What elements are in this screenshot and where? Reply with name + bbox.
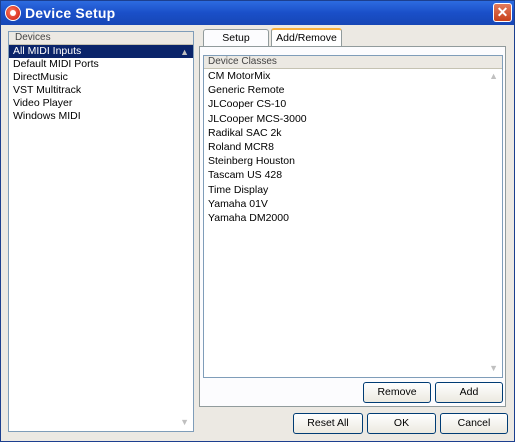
scroll-down-icon[interactable]: ▼ — [489, 363, 498, 373]
device-classes-panel: Device Classes CM MotorMix Generic Remot… — [203, 55, 503, 378]
title-bar[interactable]: Device Setup ✕ — [1, 1, 514, 25]
scroll-down-icon[interactable]: ▼ — [180, 417, 189, 427]
tab-setup[interactable]: Setup — [203, 29, 269, 46]
reset-all-button[interactable]: Reset All — [293, 413, 363, 434]
device-class-item[interactable]: Steinberg Houston — [204, 154, 502, 168]
devices-list: All MIDI Inputs Default MIDI Ports Direc… — [9, 45, 193, 123]
device-item-default-midi-ports[interactable]: Default MIDI Ports — [9, 58, 193, 71]
device-item-video-player[interactable]: Video Player — [9, 97, 193, 110]
device-item-all-midi-inputs[interactable]: All MIDI Inputs — [9, 45, 193, 58]
device-class-item[interactable]: CM MotorMix — [204, 69, 502, 83]
device-class-item[interactable]: Radikal SAC 2k — [204, 126, 502, 140]
window-title: Device Setup — [25, 5, 116, 21]
close-button[interactable]: ✕ — [493, 3, 512, 22]
ok-button[interactable]: OK — [367, 413, 436, 434]
tab-add-remove[interactable]: Add/Remove — [271, 28, 342, 46]
add-button[interactable]: Add — [435, 382, 503, 403]
device-item-windows-midi[interactable]: Windows MIDI — [9, 110, 193, 123]
device-class-item[interactable]: JLCooper MCS-3000 — [204, 112, 502, 126]
devices-panel: Devices All MIDI Inputs Default MIDI Por… — [8, 31, 194, 432]
device-class-item[interactable]: Tascam US 428 — [204, 168, 502, 182]
device-item-directmusic[interactable]: DirectMusic — [9, 71, 193, 84]
device-classes-list: CM MotorMix Generic Remote JLCooper CS-1… — [204, 69, 502, 225]
device-class-item[interactable]: Yamaha 01V — [204, 197, 502, 211]
cancel-button[interactable]: Cancel — [440, 413, 508, 434]
scroll-up-icon[interactable]: ▲ — [180, 47, 189, 57]
device-classes-header: Device Classes — [204, 56, 502, 69]
device-class-item[interactable]: Generic Remote — [204, 83, 502, 97]
device-class-item[interactable]: JLCooper CS-10 — [204, 97, 502, 111]
cubase-app-icon — [5, 5, 21, 21]
scroll-up-icon[interactable]: ▲ — [489, 71, 498, 81]
device-class-item[interactable]: Roland MCR8 — [204, 140, 502, 154]
device-setup-window: Device Setup ✕ Devices All MIDI Inputs D… — [0, 0, 515, 442]
device-class-item[interactable]: Time Display — [204, 183, 502, 197]
close-icon: ✕ — [496, 4, 509, 20]
device-item-vst-multitrack[interactable]: VST Multitrack — [9, 84, 193, 97]
remove-button[interactable]: Remove — [363, 382, 431, 403]
devices-header: Devices — [9, 32, 193, 45]
device-class-item[interactable]: Yamaha DM2000 — [204, 211, 502, 225]
